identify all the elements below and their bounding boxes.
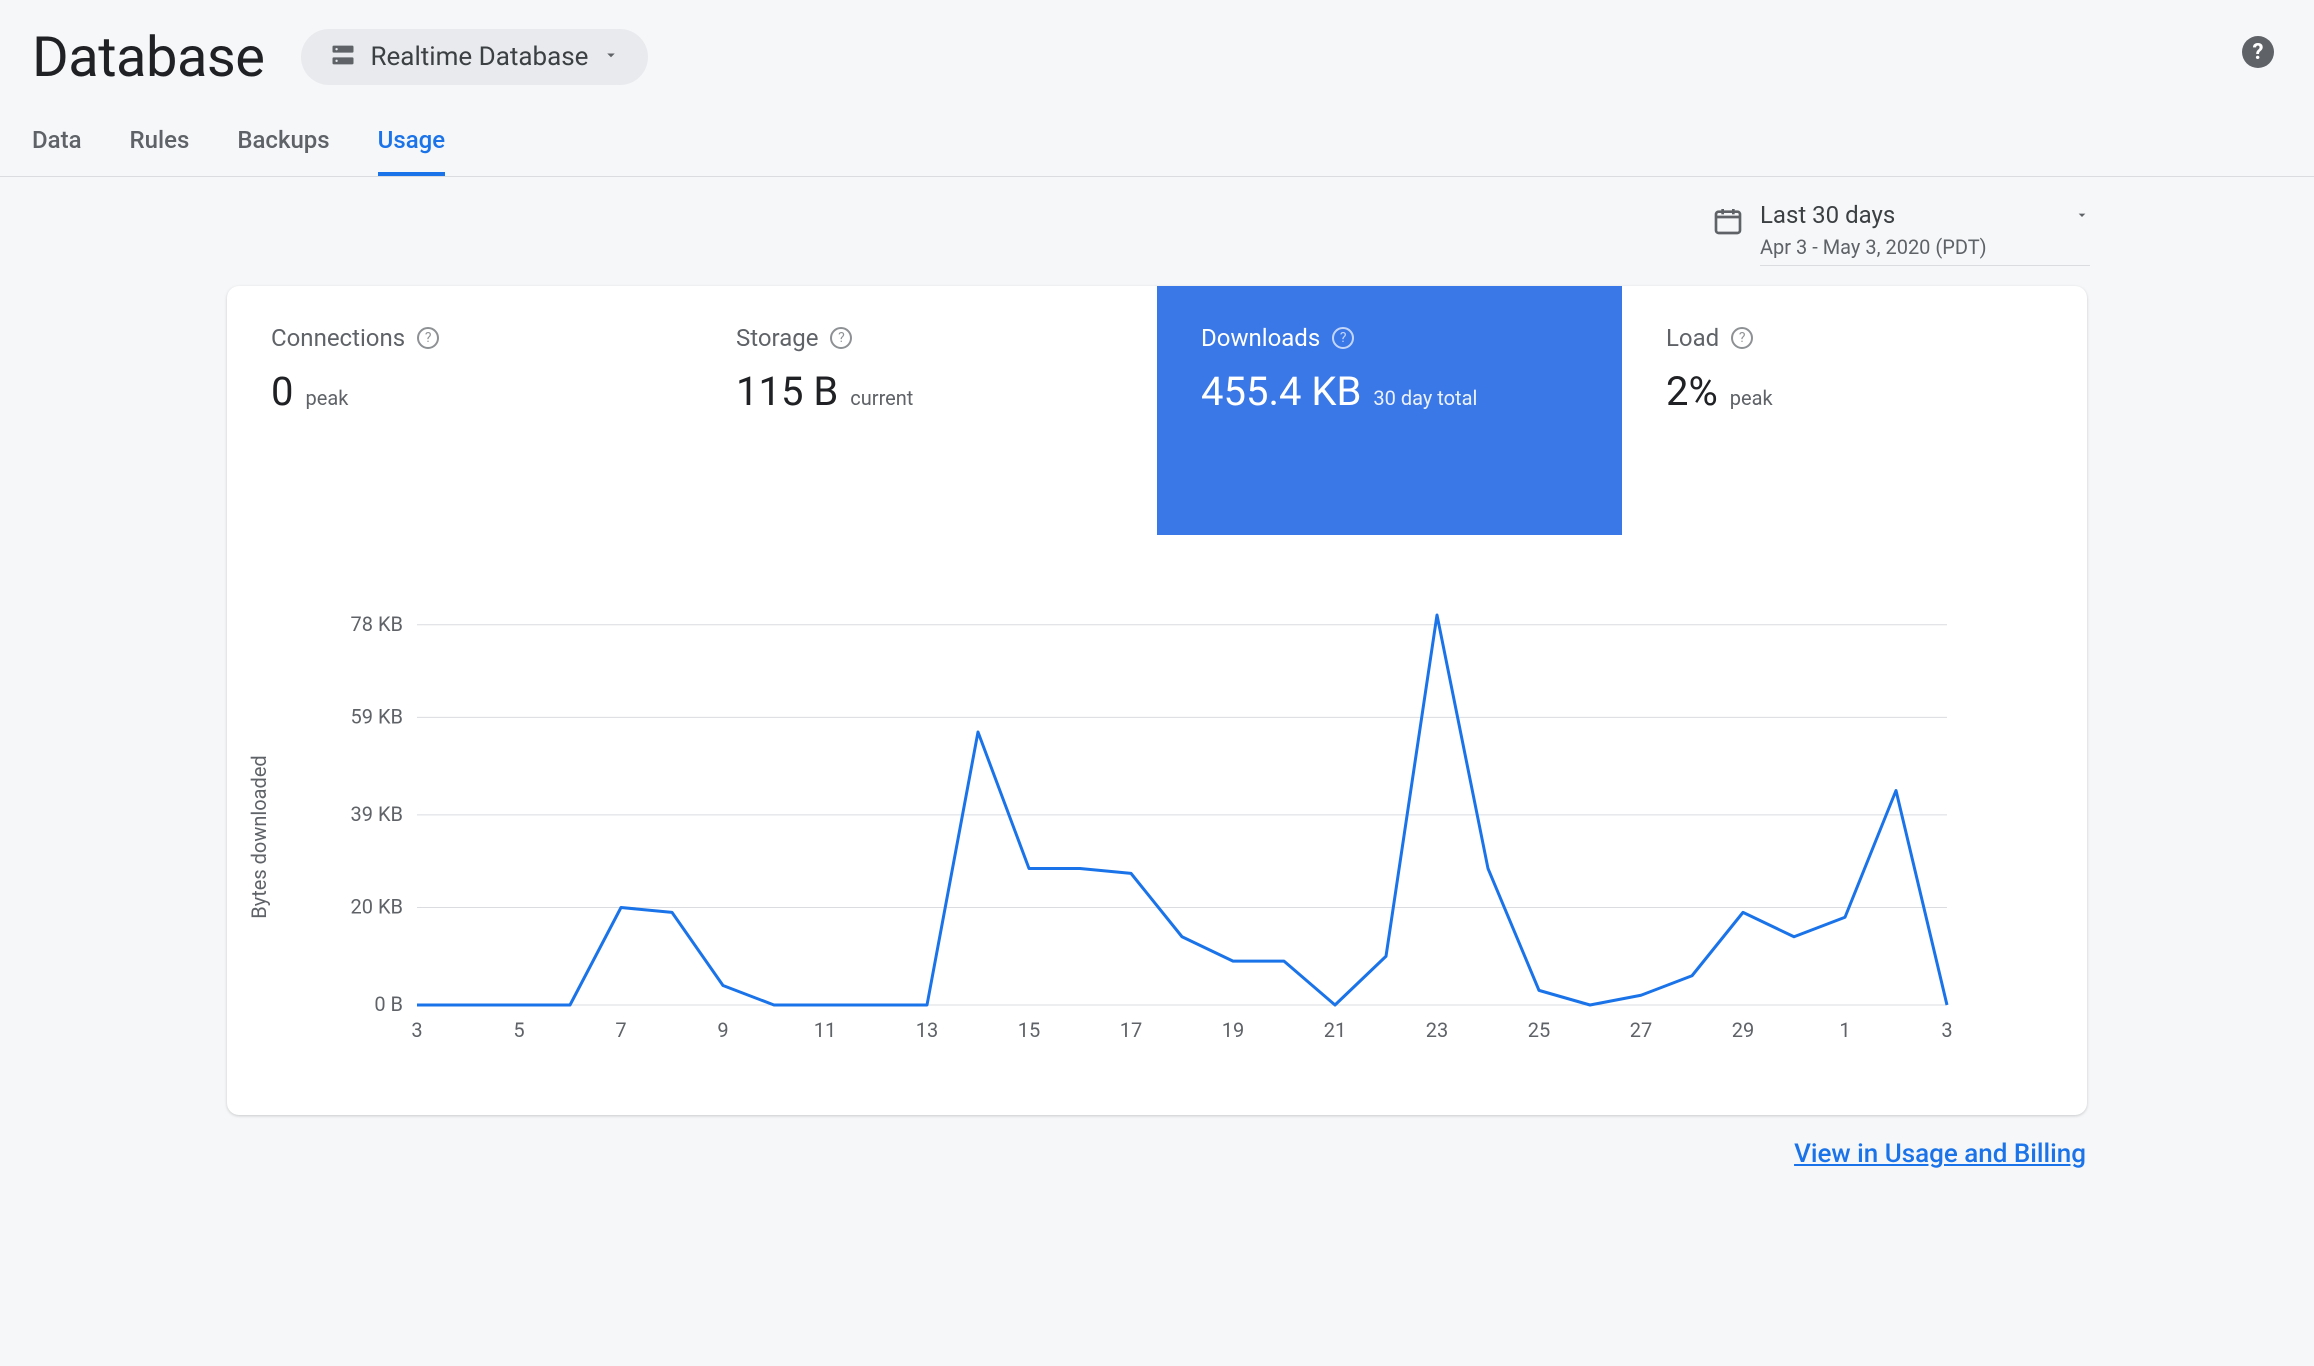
metric-storage-sub: current <box>850 386 913 410</box>
svg-text:11: 11 <box>814 1018 836 1042</box>
date-range-label: Last 30 days <box>1760 201 1895 229</box>
calendar-icon <box>1712 205 1744 241</box>
svg-text:1: 1 <box>1839 1018 1850 1042</box>
help-icon[interactable]: ? <box>1332 327 1354 349</box>
metric-storage-label: Storage <box>736 324 818 352</box>
tab-data[interactable]: Data <box>32 126 82 176</box>
metric-storage-value: 115 B <box>736 368 838 415</box>
metric-load-sub: peak <box>1730 386 1773 410</box>
chart-y-axis-label: Bytes downloaded <box>247 755 271 918</box>
chevron-down-icon <box>2074 201 2090 229</box>
page-title: Database <box>32 24 265 90</box>
help-icon[interactable]: ? <box>417 327 439 349</box>
svg-text:3: 3 <box>411 1018 422 1042</box>
svg-text:39 KB: 39 KB <box>351 802 403 826</box>
svg-text:3: 3 <box>1941 1018 1952 1042</box>
svg-text:9: 9 <box>717 1018 728 1042</box>
date-range-subtext: Apr 3 - May 3, 2020 (PDT) <box>1760 235 2090 259</box>
svg-text:21: 21 <box>1324 1018 1346 1042</box>
svg-text:20 KB: 20 KB <box>351 895 403 919</box>
svg-text:15: 15 <box>1018 1018 1040 1042</box>
svg-text:78 KB: 78 KB <box>351 612 403 636</box>
metric-downloads-value: 455.4 KB <box>1201 368 1361 415</box>
usage-card: Connections ? 0 peak Storage ? 115 B cur… <box>227 286 2087 1115</box>
svg-text:25: 25 <box>1528 1018 1550 1042</box>
metric-connections[interactable]: Connections ? 0 peak <box>227 286 692 535</box>
chevron-down-icon <box>602 46 620 68</box>
metric-downloads-label: Downloads <box>1201 324 1320 352</box>
svg-text:17: 17 <box>1120 1018 1142 1042</box>
tab-usage[interactable]: Usage <box>378 126 445 176</box>
svg-text:0 B: 0 B <box>374 992 403 1016</box>
metric-load-value: 2% <box>1666 368 1718 415</box>
svg-text:13: 13 <box>916 1018 938 1042</box>
downloads-chart: Bytes downloaded 0 B 20 KB 39 KB 59 KB 78 KB… <box>227 535 2087 1115</box>
metric-connections-label: Connections <box>271 324 405 352</box>
metric-connections-sub: peak <box>305 386 348 410</box>
metric-downloads[interactable]: Downloads ? 455.4 KB 30 day total <box>1157 286 1622 535</box>
svg-text:5: 5 <box>513 1018 524 1042</box>
help-icon[interactable]: ? <box>1731 327 1753 349</box>
metric-connections-value: 0 <box>271 368 293 415</box>
help-icon[interactable]: ? <box>830 327 852 349</box>
tab-backups[interactable]: Backups <box>237 126 329 176</box>
svg-text:59 KB: 59 KB <box>351 704 403 728</box>
svg-text:29: 29 <box>1732 1018 1754 1042</box>
svg-text:7: 7 <box>615 1018 626 1042</box>
svg-text:19: 19 <box>1222 1018 1244 1042</box>
view-usage-billing-link[interactable]: View in Usage and Billing <box>1794 1139 2086 1169</box>
database-selector-label: Realtime Database <box>371 42 589 72</box>
metric-downloads-sub: 30 day total <box>1373 386 1477 410</box>
database-stack-icon <box>329 41 357 73</box>
database-selector-dropdown[interactable]: Realtime Database <box>301 29 649 85</box>
tab-rules[interactable]: Rules <box>130 126 190 176</box>
metric-storage[interactable]: Storage ? 115 B current <box>692 286 1157 535</box>
tab-bar: Data Rules Backups Usage <box>0 102 2314 177</box>
date-range-selector[interactable]: Last 30 days Apr 3 - May 3, 2020 (PDT) <box>1760 201 2090 266</box>
svg-text:27: 27 <box>1630 1018 1652 1042</box>
svg-text:23: 23 <box>1426 1018 1448 1042</box>
help-icon[interactable]: ? <box>2242 36 2274 68</box>
metric-load-label: Load <box>1666 324 1719 352</box>
metric-load[interactable]: Load ? 2% peak <box>1622 286 2087 535</box>
